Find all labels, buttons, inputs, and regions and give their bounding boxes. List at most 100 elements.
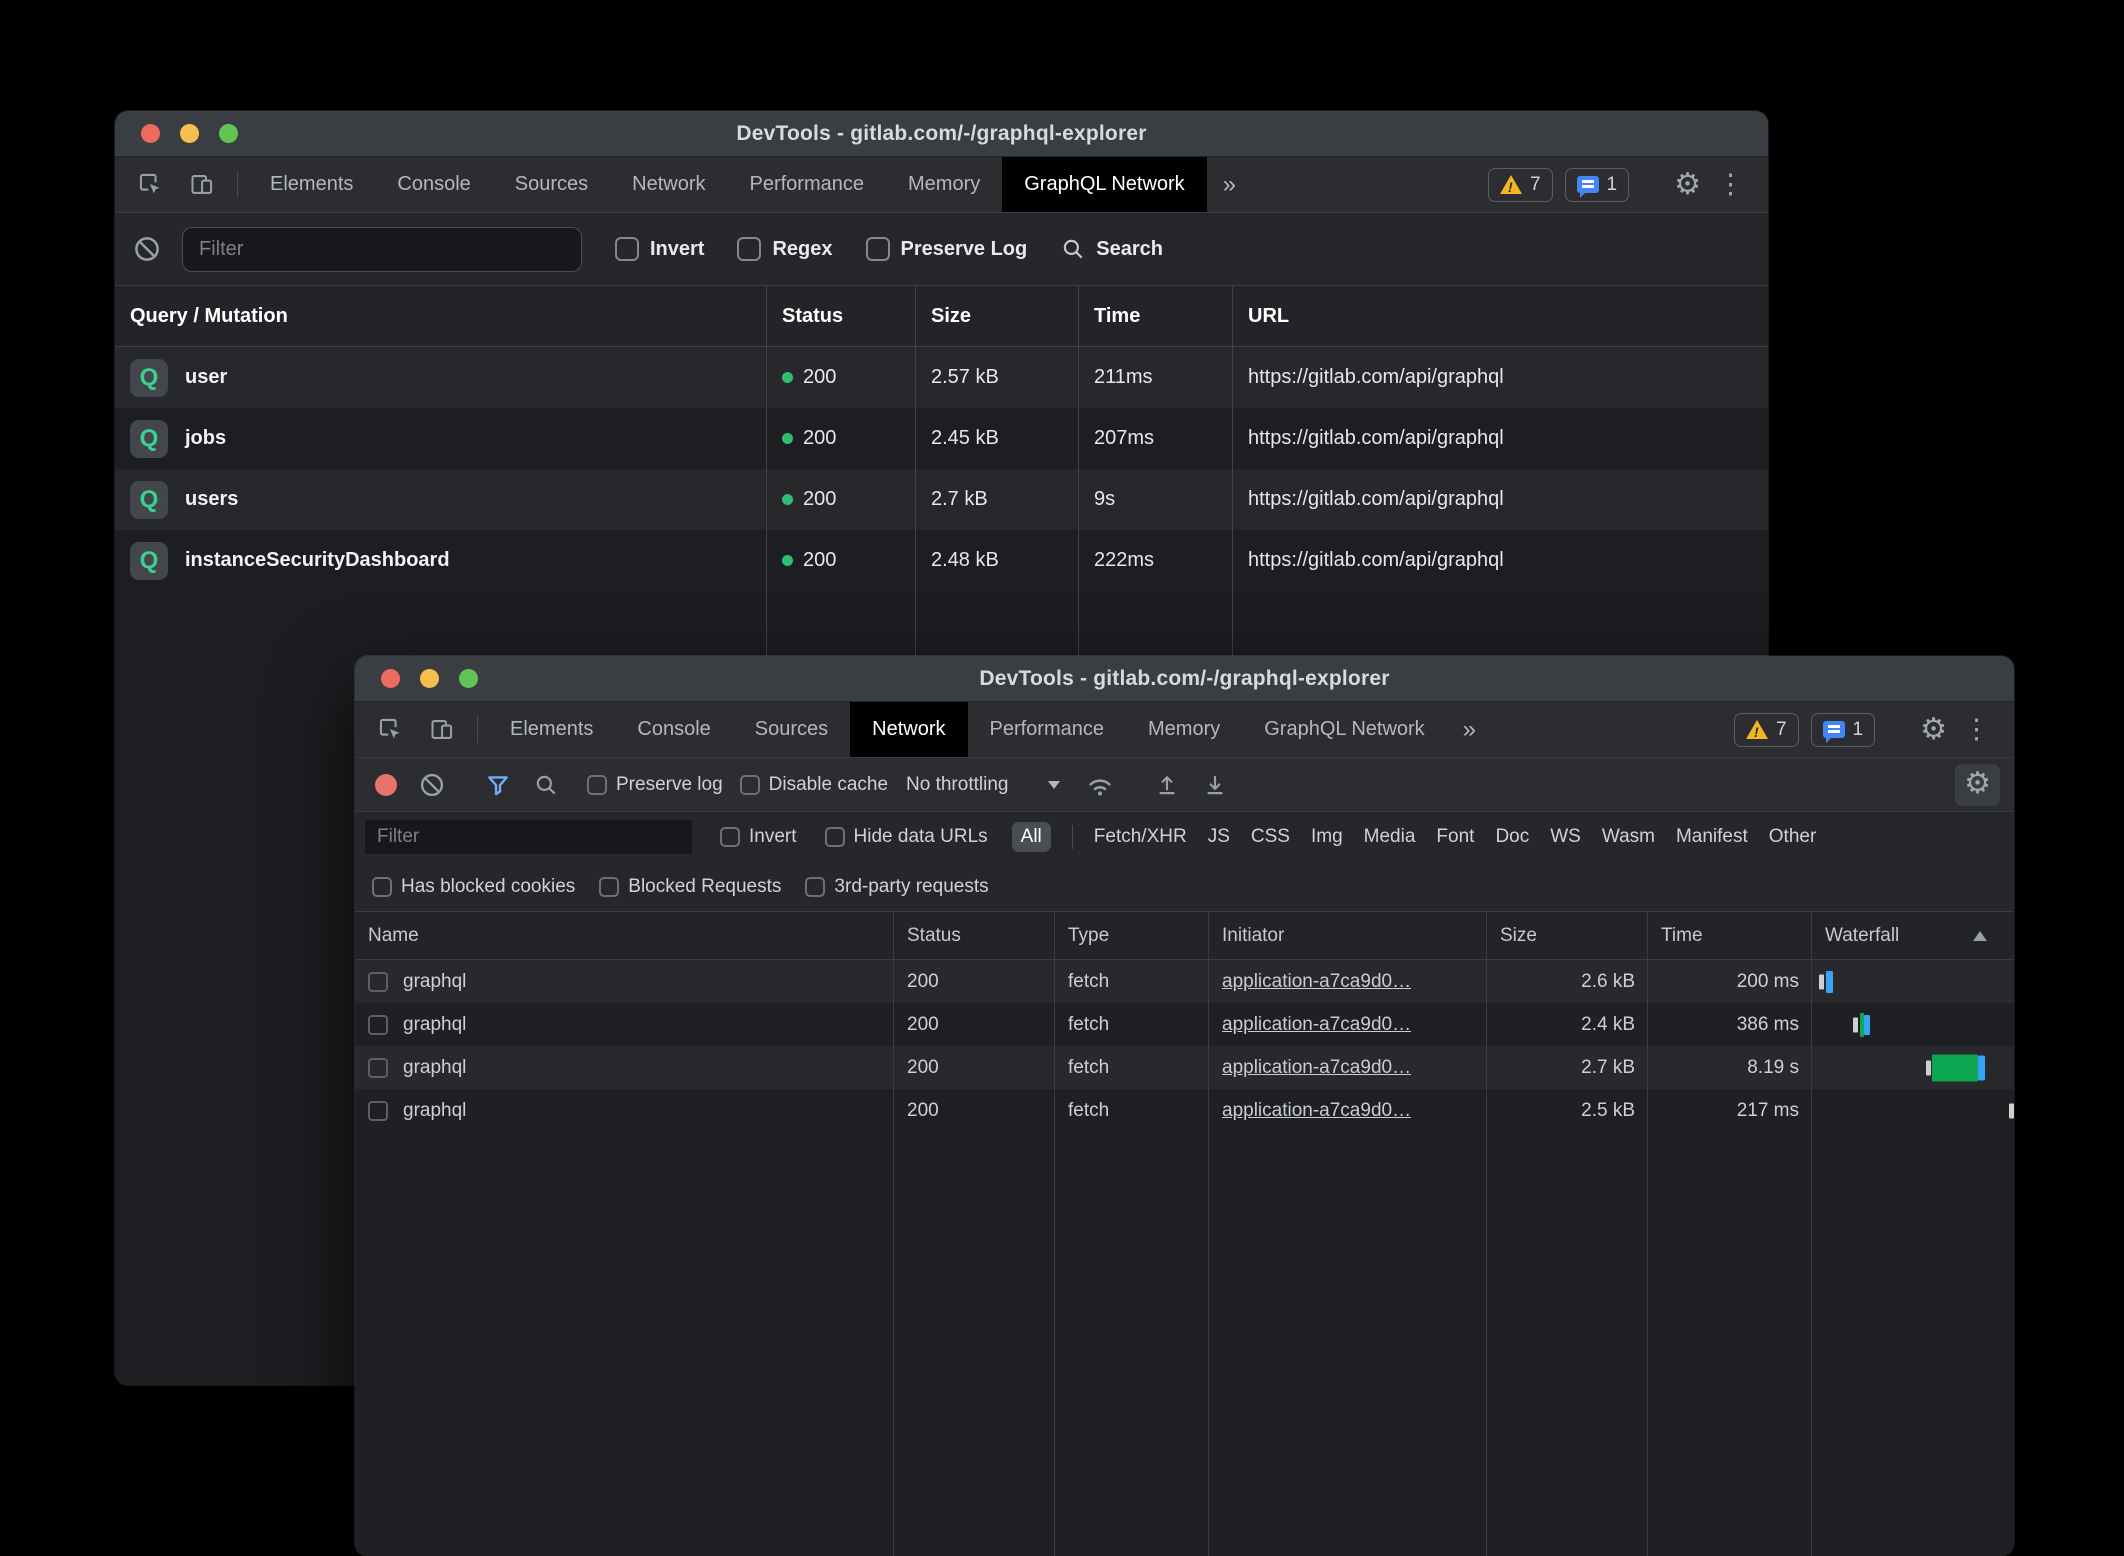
column-header-time[interactable]: Time <box>1078 286 1232 346</box>
throttling-select[interactable]: No throttling <box>906 774 1060 796</box>
checkbox-box[interactable] <box>866 237 890 261</box>
disable-cache-checkbox[interactable]: Disable cache <box>740 774 888 796</box>
preserve-log-checkbox[interactable]: Preserve Log <box>866 237 1028 261</box>
column-header-waterfall[interactable]: Waterfall <box>1811 912 2014 959</box>
table-row[interactable]: Quser 200 2.57 kB 211ms https://gitlab.c… <box>115 347 1768 408</box>
inspect-element-icon[interactable] <box>115 157 176 212</box>
search-icon[interactable] <box>522 772 570 798</box>
checkbox-box[interactable] <box>720 827 740 847</box>
tab-elements[interactable]: Elements <box>248 157 375 212</box>
close-button[interactable] <box>381 669 400 688</box>
minimize-button[interactable] <box>420 669 439 688</box>
tab-memory[interactable]: Memory <box>1126 702 1242 757</box>
checkbox-box[interactable] <box>825 827 845 847</box>
filter-chip-wasm[interactable]: Wasm <box>1602 826 1655 848</box>
filter-chip-js[interactable]: JS <box>1208 826 1230 848</box>
row-checkbox[interactable] <box>368 1101 388 1121</box>
checkbox-box[interactable] <box>740 775 760 795</box>
column-header-type[interactable]: Type <box>1054 912 1208 959</box>
row-checkbox[interactable] <box>368 972 388 992</box>
column-header-status[interactable]: Status <box>893 912 1054 959</box>
table-row[interactable]: Qusers 200 2.7 kB 9s https://gitlab.com/… <box>115 469 1768 530</box>
messages-badge[interactable]: 1 <box>1565 168 1630 202</box>
table-row[interactable]: QinstanceSecurityDashboard 200 2.48 kB 2… <box>115 530 1768 591</box>
device-toolbar-icon[interactable] <box>176 157 227 212</box>
initiator-link[interactable]: application-a7ca9d0… <box>1222 1057 1411 1079</box>
checkbox-box[interactable] <box>372 877 392 897</box>
preserve-log-checkbox[interactable]: Preserve log <box>587 774 723 796</box>
filter-chip-ws[interactable]: WS <box>1550 826 1581 848</box>
table-row[interactable]: graphql 200 fetch application-a7ca9d0… 2… <box>355 1046 2014 1089</box>
filter-input[interactable] <box>365 820 692 854</box>
tab-elements[interactable]: Elements <box>488 702 615 757</box>
filter-chip-img[interactable]: Img <box>1311 826 1343 848</box>
invert-checkbox[interactable]: Invert <box>720 826 797 848</box>
checkbox-box[interactable] <box>805 877 825 897</box>
column-header-name[interactable]: Name <box>355 912 893 959</box>
zoom-button[interactable] <box>459 669 478 688</box>
clear-icon[interactable] <box>407 771 457 799</box>
filter-chip-font[interactable]: Font <box>1436 826 1474 848</box>
column-header-initiator[interactable]: Initiator <box>1208 912 1486 959</box>
filter-chip-other[interactable]: Other <box>1769 826 1817 848</box>
settings-gear-icon[interactable]: ⚙ <box>1920 715 1947 745</box>
filter-chip-manifest[interactable]: Manifest <box>1676 826 1748 848</box>
invert-checkbox[interactable]: Invert <box>615 237 704 261</box>
checkbox-box[interactable] <box>599 877 619 897</box>
tab-graphql-network[interactable]: GraphQL Network <box>1002 157 1206 212</box>
messages-badge[interactable]: 1 <box>1811 713 1876 747</box>
initiator-link[interactable]: application-a7ca9d0… <box>1222 1100 1411 1122</box>
filter-funnel-icon[interactable] <box>474 772 522 798</box>
tab-console[interactable]: Console <box>615 702 732 757</box>
column-header-query-mutation[interactable]: Query / Mutation <box>115 286 766 346</box>
filter-chip-fetch-xhr[interactable]: Fetch/XHR <box>1094 826 1187 848</box>
blocked-requests-checkbox[interactable]: Blocked Requests <box>599 876 781 898</box>
export-har-icon[interactable] <box>1191 772 1239 798</box>
tab-sources[interactable]: Sources <box>493 157 610 212</box>
filter-chip-doc[interactable]: Doc <box>1495 826 1529 848</box>
close-button[interactable] <box>141 124 160 143</box>
tab-network[interactable]: Network <box>850 702 967 757</box>
minimize-button[interactable] <box>180 124 199 143</box>
import-har-icon[interactable] <box>1143 772 1191 798</box>
checkbox-box[interactable] <box>587 775 607 795</box>
inspect-element-icon[interactable] <box>355 702 416 757</box>
row-checkbox[interactable] <box>368 1015 388 1035</box>
device-toolbar-icon[interactable] <box>416 702 467 757</box>
table-row[interactable]: graphql 200 fetch application-a7ca9d0… 2… <box>355 1003 2014 1046</box>
regex-checkbox[interactable]: Regex <box>737 237 832 261</box>
settings-gear-icon[interactable]: ⚙ <box>1674 170 1701 200</box>
row-checkbox[interactable] <box>368 1058 388 1078</box>
initiator-link[interactable]: application-a7ca9d0… <box>1222 971 1411 993</box>
warnings-badge[interactable]: 7 <box>1734 713 1799 747</box>
column-header-status[interactable]: Status <box>766 286 915 346</box>
filter-chip-all[interactable]: All <box>1012 822 1051 852</box>
third-party-requests-checkbox[interactable]: 3rd-party requests <box>805 876 988 898</box>
filter-input[interactable] <box>182 227 582 272</box>
network-conditions-icon[interactable] <box>1074 770 1126 800</box>
checkbox-box[interactable] <box>615 237 639 261</box>
search-button[interactable]: Search <box>1060 236 1163 262</box>
tab-network[interactable]: Network <box>610 157 727 212</box>
filter-chip-css[interactable]: CSS <box>1251 826 1290 848</box>
more-tabs-icon[interactable]: » <box>1207 157 1252 212</box>
initiator-link[interactable]: application-a7ca9d0… <box>1222 1014 1411 1036</box>
table-row[interactable]: graphql 200 fetch application-a7ca9d0… 2… <box>355 960 2014 1003</box>
network-settings-gear-icon[interactable]: ⚙ <box>1955 764 2000 806</box>
tab-console[interactable]: Console <box>375 157 492 212</box>
kebab-menu-icon[interactable]: ⋮ <box>1959 716 1994 743</box>
column-header-size[interactable]: Size <box>1486 912 1647 959</box>
table-row[interactable]: Qjobs 200 2.45 kB 207ms https://gitlab.c… <box>115 408 1768 469</box>
record-button[interactable] <box>375 774 397 796</box>
column-header-url[interactable]: URL <box>1232 286 1768 346</box>
warnings-badge[interactable]: 7 <box>1488 168 1553 202</box>
tab-performance[interactable]: Performance <box>968 702 1127 757</box>
tab-performance[interactable]: Performance <box>728 157 887 212</box>
column-header-size[interactable]: Size <box>915 286 1078 346</box>
table-row[interactable]: graphql 200 fetch application-a7ca9d0… 2… <box>355 1089 2014 1132</box>
kebab-menu-icon[interactable]: ⋮ <box>1713 171 1748 198</box>
filter-chip-media[interactable]: Media <box>1364 826 1416 848</box>
tab-memory[interactable]: Memory <box>886 157 1002 212</box>
tab-sources[interactable]: Sources <box>733 702 850 757</box>
zoom-button[interactable] <box>219 124 238 143</box>
